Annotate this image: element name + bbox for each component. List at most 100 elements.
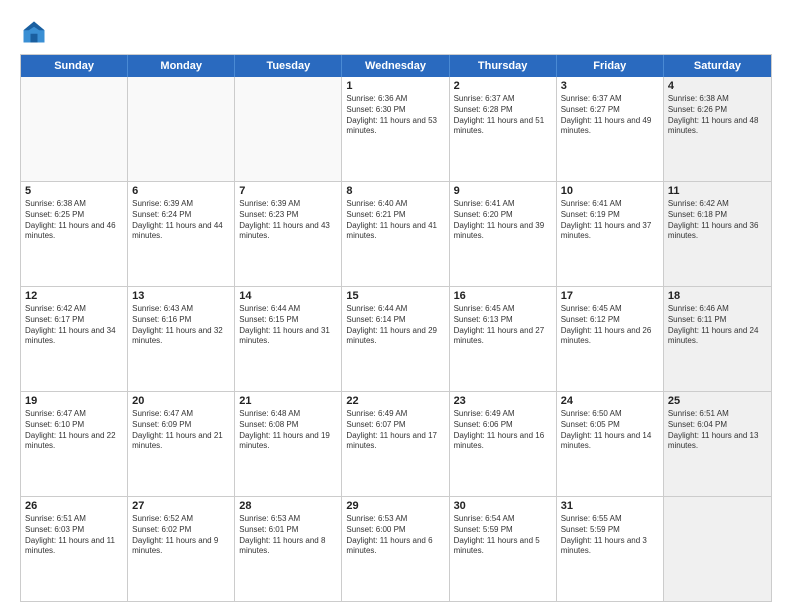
calendar-body: 1 Sunrise: 6:36 AM Sunset: 6:30 PM Daylig… bbox=[21, 77, 771, 601]
day-number: 19 bbox=[25, 395, 123, 407]
calendar-cell: 27Sunrise: 6:52 AM Sunset: 6:02 PM Dayli… bbox=[128, 497, 235, 601]
day-number: 13 bbox=[132, 290, 230, 302]
day-number: 18 bbox=[668, 290, 767, 302]
day-number: 27 bbox=[132, 500, 230, 512]
calendar-cell: 7 Sunrise: 6:39 AM Sunset: 6:23 PM Daylig… bbox=[235, 182, 342, 286]
calendar-cell: 9 Sunrise: 6:41 AM Sunset: 6:20 PM Daylig… bbox=[450, 182, 557, 286]
calendar-cell: 13 Sunrise: 6:43 AM Sunset: 6:16 PM Dayli… bbox=[128, 287, 235, 391]
day-number: 12 bbox=[25, 290, 123, 302]
calendar-header: SundayMondayTuesdayWednesdayThursdayFrid… bbox=[21, 55, 771, 77]
calendar: SundayMondayTuesdayWednesdayThursdayFrid… bbox=[20, 54, 772, 602]
day-number: 10 bbox=[561, 185, 659, 197]
weekday-header: Tuesday bbox=[235, 55, 342, 77]
calendar-cell: 14 Sunrise: 6:44 AM Sunset: 6:15 PM Dayli… bbox=[235, 287, 342, 391]
day-number: 4 bbox=[668, 80, 767, 92]
day-number: 22 bbox=[346, 395, 444, 407]
day-number: 16 bbox=[454, 290, 552, 302]
calendar-cell: 25 Sunrise: 6:51 AM Sunset: 6:04 PM Dayli… bbox=[664, 392, 771, 496]
calendar-cell: 24Sunrise: 6:50 AM Sunset: 6:05 PM Dayli… bbox=[557, 392, 664, 496]
cell-info: Sunrise: 6:47 AM Sunset: 6:10 PM Dayligh… bbox=[25, 409, 123, 452]
logo bbox=[20, 18, 54, 46]
logo-icon bbox=[20, 18, 48, 46]
cell-info: Sunrise: 6:51 AM Sunset: 6:04 PM Dayligh… bbox=[668, 409, 767, 452]
calendar-cell: 26Sunrise: 6:51 AM Sunset: 6:03 PM Dayli… bbox=[21, 497, 128, 601]
day-number: 5 bbox=[25, 185, 123, 197]
cell-info: Sunrise: 6:38 AM Sunset: 6:26 PM Dayligh… bbox=[668, 94, 767, 137]
calendar-row: 19 Sunrise: 6:47 AM Sunset: 6:10 PM Dayli… bbox=[21, 392, 771, 497]
day-number: 17 bbox=[561, 290, 659, 302]
calendar-cell bbox=[21, 77, 128, 181]
cell-info: Sunrise: 6:39 AM Sunset: 6:23 PM Dayligh… bbox=[239, 199, 337, 242]
page-header bbox=[20, 18, 772, 46]
weekday-header: Saturday bbox=[664, 55, 771, 77]
cell-info: Sunrise: 6:53 AM Sunset: 6:01 PM Dayligh… bbox=[239, 514, 337, 557]
cell-info: Sunrise: 6:46 AM Sunset: 6:11 PM Dayligh… bbox=[668, 304, 767, 347]
calendar-cell: 11 Sunrise: 6:42 AM Sunset: 6:18 PM Dayli… bbox=[664, 182, 771, 286]
calendar-cell: 19 Sunrise: 6:47 AM Sunset: 6:10 PM Dayli… bbox=[21, 392, 128, 496]
weekday-header: Sunday bbox=[21, 55, 128, 77]
day-number: 25 bbox=[668, 395, 767, 407]
calendar-row: 12 Sunrise: 6:42 AM Sunset: 6:17 PM Dayli… bbox=[21, 287, 771, 392]
day-number: 8 bbox=[346, 185, 444, 197]
day-number: 6 bbox=[132, 185, 230, 197]
cell-info: Sunrise: 6:44 AM Sunset: 6:14 PM Dayligh… bbox=[346, 304, 444, 347]
calendar-cell: 8Sunrise: 6:40 AM Sunset: 6:21 PM Daylig… bbox=[342, 182, 449, 286]
calendar-cell: 21 Sunrise: 6:48 AM Sunset: 6:08 PM Dayli… bbox=[235, 392, 342, 496]
day-number: 1 bbox=[346, 80, 444, 92]
weekday-header: Friday bbox=[557, 55, 664, 77]
cell-info: Sunrise: 6:42 AM Sunset: 6:17 PM Dayligh… bbox=[25, 304, 123, 347]
cell-info: Sunrise: 6:47 AM Sunset: 6:09 PM Dayligh… bbox=[132, 409, 230, 452]
day-number: 29 bbox=[346, 500, 444, 512]
calendar-cell bbox=[664, 497, 771, 601]
calendar-row: 5 Sunrise: 6:38 AM Sunset: 6:25 PM Daylig… bbox=[21, 182, 771, 287]
calendar-cell: 17 Sunrise: 6:45 AM Sunset: 6:12 PM Dayli… bbox=[557, 287, 664, 391]
day-number: 9 bbox=[454, 185, 552, 197]
day-number: 15 bbox=[346, 290, 444, 302]
cell-info: Sunrise: 6:38 AM Sunset: 6:25 PM Dayligh… bbox=[25, 199, 123, 242]
calendar-row: 26Sunrise: 6:51 AM Sunset: 6:03 PM Dayli… bbox=[21, 497, 771, 601]
cell-info: Sunrise: 6:50 AM Sunset: 6:05 PM Dayligh… bbox=[561, 409, 659, 452]
day-number: 14 bbox=[239, 290, 337, 302]
cell-info: Sunrise: 6:45 AM Sunset: 6:12 PM Dayligh… bbox=[561, 304, 659, 347]
cell-info: Sunrise: 6:39 AM Sunset: 6:24 PM Dayligh… bbox=[132, 199, 230, 242]
calendar-cell: 2Sunrise: 6:37 AM Sunset: 6:28 PM Daylig… bbox=[450, 77, 557, 181]
calendar-cell: 6 Sunrise: 6:39 AM Sunset: 6:24 PM Daylig… bbox=[128, 182, 235, 286]
cell-info: Sunrise: 6:55 AM Sunset: 5:59 PM Dayligh… bbox=[561, 514, 659, 557]
calendar-cell: 22 Sunrise: 6:49 AM Sunset: 6:07 PM Dayli… bbox=[342, 392, 449, 496]
cell-info: Sunrise: 6:42 AM Sunset: 6:18 PM Dayligh… bbox=[668, 199, 767, 242]
day-number: 3 bbox=[561, 80, 659, 92]
day-number: 11 bbox=[668, 185, 767, 197]
day-number: 30 bbox=[454, 500, 552, 512]
day-number: 21 bbox=[239, 395, 337, 407]
cell-info: Sunrise: 6:37 AM Sunset: 6:28 PM Dayligh… bbox=[454, 94, 552, 137]
calendar-cell: 3 Sunrise: 6:37 AM Sunset: 6:27 PM Daylig… bbox=[557, 77, 664, 181]
day-number: 28 bbox=[239, 500, 337, 512]
calendar-cell bbox=[128, 77, 235, 181]
calendar-cell: 20 Sunrise: 6:47 AM Sunset: 6:09 PM Dayli… bbox=[128, 392, 235, 496]
day-number: 7 bbox=[239, 185, 337, 197]
cell-info: Sunrise: 6:49 AM Sunset: 6:06 PM Dayligh… bbox=[454, 409, 552, 452]
cell-info: Sunrise: 6:45 AM Sunset: 6:13 PM Dayligh… bbox=[454, 304, 552, 347]
cell-info: Sunrise: 6:54 AM Sunset: 5:59 PM Dayligh… bbox=[454, 514, 552, 557]
weekday-header: Wednesday bbox=[342, 55, 449, 77]
calendar-cell: 15 Sunrise: 6:44 AM Sunset: 6:14 PM Dayli… bbox=[342, 287, 449, 391]
calendar-cell bbox=[235, 77, 342, 181]
cell-info: Sunrise: 6:37 AM Sunset: 6:27 PM Dayligh… bbox=[561, 94, 659, 137]
day-number: 31 bbox=[561, 500, 659, 512]
calendar-cell: 12 Sunrise: 6:42 AM Sunset: 6:17 PM Dayli… bbox=[21, 287, 128, 391]
cell-info: Sunrise: 6:49 AM Sunset: 6:07 PM Dayligh… bbox=[346, 409, 444, 452]
cell-info: Sunrise: 6:41 AM Sunset: 6:19 PM Dayligh… bbox=[561, 199, 659, 242]
day-number: 20 bbox=[132, 395, 230, 407]
cell-info: Sunrise: 6:48 AM Sunset: 6:08 PM Dayligh… bbox=[239, 409, 337, 452]
calendar-cell: 1 Sunrise: 6:36 AM Sunset: 6:30 PM Daylig… bbox=[342, 77, 449, 181]
calendar-cell: 23Sunrise: 6:49 AM Sunset: 6:06 PM Dayli… bbox=[450, 392, 557, 496]
cell-info: Sunrise: 6:41 AM Sunset: 6:20 PM Dayligh… bbox=[454, 199, 552, 242]
calendar-cell: 29Sunrise: 6:53 AM Sunset: 6:00 PM Dayli… bbox=[342, 497, 449, 601]
calendar-cell: 18 Sunrise: 6:46 AM Sunset: 6:11 PM Dayli… bbox=[664, 287, 771, 391]
calendar-cell: 28 Sunrise: 6:53 AM Sunset: 6:01 PM Dayli… bbox=[235, 497, 342, 601]
cell-info: Sunrise: 6:36 AM Sunset: 6:30 PM Dayligh… bbox=[346, 94, 444, 137]
weekday-header: Thursday bbox=[450, 55, 557, 77]
weekday-header: Monday bbox=[128, 55, 235, 77]
cell-info: Sunrise: 6:43 AM Sunset: 6:16 PM Dayligh… bbox=[132, 304, 230, 347]
cell-info: Sunrise: 6:44 AM Sunset: 6:15 PM Dayligh… bbox=[239, 304, 337, 347]
